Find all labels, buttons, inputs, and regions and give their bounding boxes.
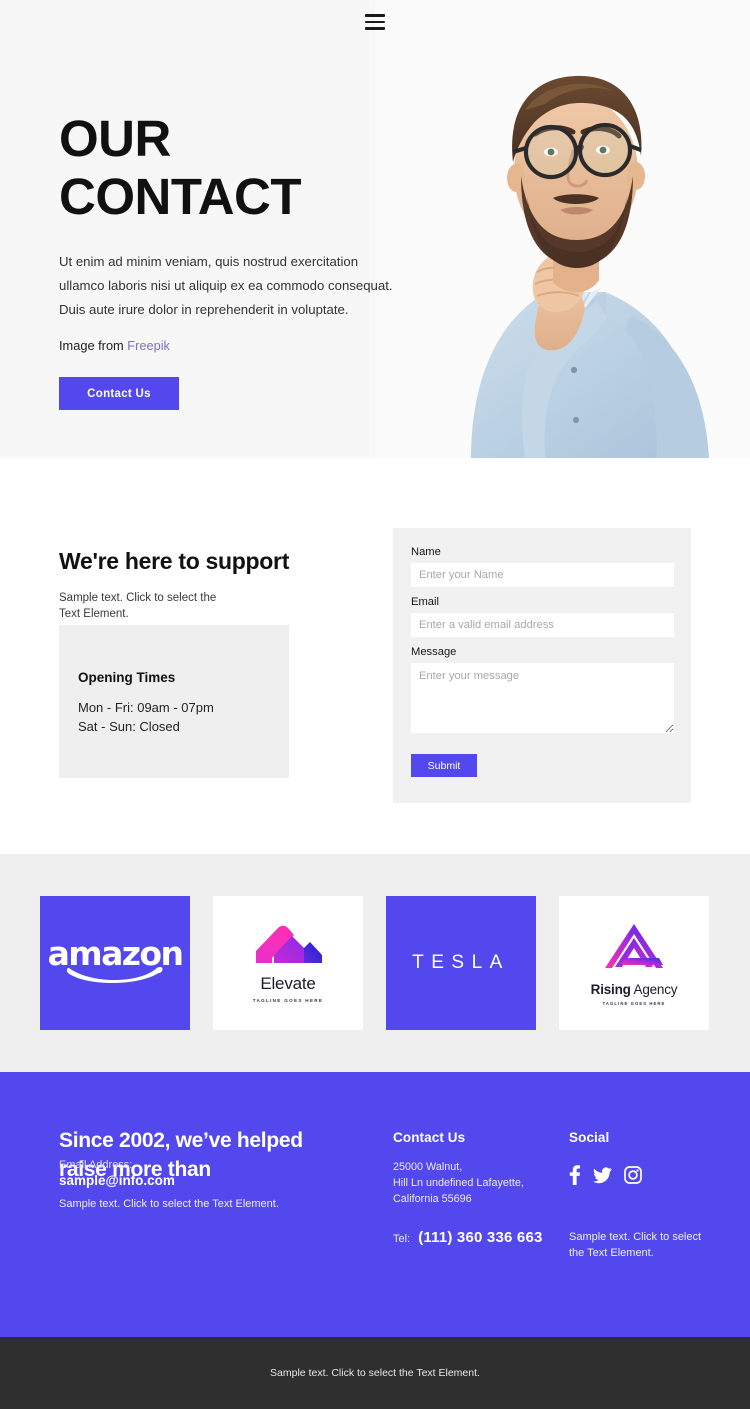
rising-agency-wordmark: Rising Agency: [591, 982, 678, 997]
footer-telephone: Tel: (111) 360 336 663: [393, 1229, 553, 1246]
footer-tel-label: Tel:: [393, 1233, 411, 1245]
rising-agency-logo: Rising Agency TAGLINE GOES HERE: [591, 920, 678, 1006]
amazon-logo: amazon: [48, 937, 184, 989]
bottom-bar: Sample text. Click to select the Text El…: [0, 1337, 750, 1409]
contact-us-button[interactable]: Contact Us: [59, 377, 179, 410]
logos-section: amazon Elevate TAGLINE GOES HERE TESLA R…: [0, 854, 750, 1072]
opening-times-weekend: Sat - Sun: Closed: [78, 719, 180, 734]
logo-card-elevate[interactable]: Elevate TAGLINE GOES HERE: [213, 896, 363, 1030]
support-title: We're here to support: [59, 548, 290, 574]
opening-times-weekday: Mon - Fri: 09am - 07pm: [78, 700, 214, 715]
rising-agency-word-bold: Rising: [590, 982, 631, 997]
page-root: OUR CONTACT Ut enim ad minim veniam, qui…: [0, 0, 750, 1409]
social-links: [569, 1165, 719, 1185]
message-field-group: Message: [411, 646, 674, 733]
support-subtitle: Sample text. Click to select the Text El…: [59, 592, 217, 620]
elevate-wordmark: Elevate: [260, 974, 316, 993]
email-field-group: Email: [411, 596, 674, 637]
elevate-tagline: TAGLINE GOES HERE: [252, 998, 324, 1003]
facebook-icon[interactable]: [569, 1165, 581, 1185]
hero-title-line-2: CONTACT: [59, 168, 302, 225]
elevate-logo: Elevate TAGLINE GOES HERE: [250, 923, 326, 1003]
email-input[interactable]: [411, 613, 674, 637]
message-label: Message: [411, 646, 457, 658]
bottom-bar-text: Sample text. Click to select the Text El…: [270, 1367, 480, 1379]
footer-social-title: Social: [569, 1130, 610, 1145]
amazon-smile-icon: [48, 964, 183, 989]
hero-description: Ut enim ad minim veniam, quis nostrud ex…: [59, 254, 393, 317]
image-credit-prefix: Image from: [59, 338, 124, 353]
contact-form: Name Email Message Submit: [393, 528, 691, 803]
elevate-mountain-icon: [250, 923, 326, 970]
name-label: Name: [411, 546, 441, 558]
footer-email-value[interactable]: sample@info.com: [59, 1173, 175, 1188]
footer-address-line-2: Hill Ln undefined Lafayette,: [393, 1177, 524, 1189]
freepik-link[interactable]: Freepik: [127, 338, 170, 353]
opening-times-card: Opening Times Mon - Fri: 09am - 07pm Sat…: [59, 625, 289, 778]
hamburger-menu-icon[interactable]: [365, 12, 387, 32]
footer-contact-column: Contact Us 25000 Walnut, Hill Ln undefin…: [393, 1130, 553, 1246]
twitter-icon[interactable]: [593, 1166, 612, 1184]
page-title: OUR CONTACT: [59, 110, 419, 226]
menu-line-1: [365, 14, 385, 17]
image-credit: Image from Freepik: [59, 338, 419, 353]
email-label: Email: [411, 596, 439, 608]
logo-card-amazon[interactable]: amazon: [40, 896, 190, 1030]
rising-agency-tagline: TAGLINE GOES HERE: [602, 1001, 666, 1006]
opening-times-title: Opening Times: [78, 670, 176, 685]
menu-line-2: [365, 20, 385, 24]
footer-tel-value[interactable]: (111) 360 336 663: [418, 1229, 542, 1246]
hero-content: OUR CONTACT Ut enim ad minim veniam, qui…: [59, 110, 419, 410]
logo-card-rising-agency[interactable]: Rising Agency TAGLINE GOES HERE: [559, 896, 709, 1030]
support-text-block: We're here to support Sample text. Click…: [59, 548, 359, 622]
instagram-icon[interactable]: [624, 1166, 642, 1184]
footer-address-line-3: California 55696: [393, 1193, 472, 1205]
tesla-wordmark: TESLA: [412, 952, 510, 973]
rising-agency-word-light: Agency: [633, 982, 678, 997]
logo-card-tesla[interactable]: TESLA: [386, 896, 536, 1030]
footer-contact-title: Contact Us: [393, 1130, 466, 1145]
footer-headline-line-1: Since 2002, we’ve helped: [59, 1129, 303, 1152]
opening-times-lines: Mon - Fri: 09am - 07pm Sat - Sun: Closed: [78, 698, 214, 736]
name-field-group: Name: [411, 546, 674, 587]
footer-sample-text-left: Sample text. Click to select the Text El…: [59, 1198, 279, 1210]
rising-triangle-icon: [591, 920, 678, 977]
footer-email-label: Email Address:: [59, 1159, 133, 1171]
message-textarea[interactable]: [411, 663, 674, 733]
hero-title-line-1: OUR: [59, 110, 171, 167]
hero-image: [375, 0, 750, 458]
hero-section: OUR CONTACT Ut enim ad minim veniam, qui…: [0, 0, 750, 458]
name-input[interactable]: [411, 563, 674, 587]
footer-social-sample-text: Sample text. Click to select the Text El…: [569, 1231, 702, 1259]
footer-address: 25000 Walnut, Hill Ln undefined Lafayett…: [393, 1159, 553, 1207]
logos-row: amazon Elevate TAGLINE GOES HERE TESLA R…: [40, 896, 709, 1030]
footer-social-column: Social Sample text. Click to select the …: [569, 1130, 719, 1261]
menu-line-3: [365, 27, 385, 30]
submit-button[interactable]: Submit: [411, 754, 477, 777]
footer-address-line-1: 25000 Walnut,: [393, 1161, 463, 1173]
